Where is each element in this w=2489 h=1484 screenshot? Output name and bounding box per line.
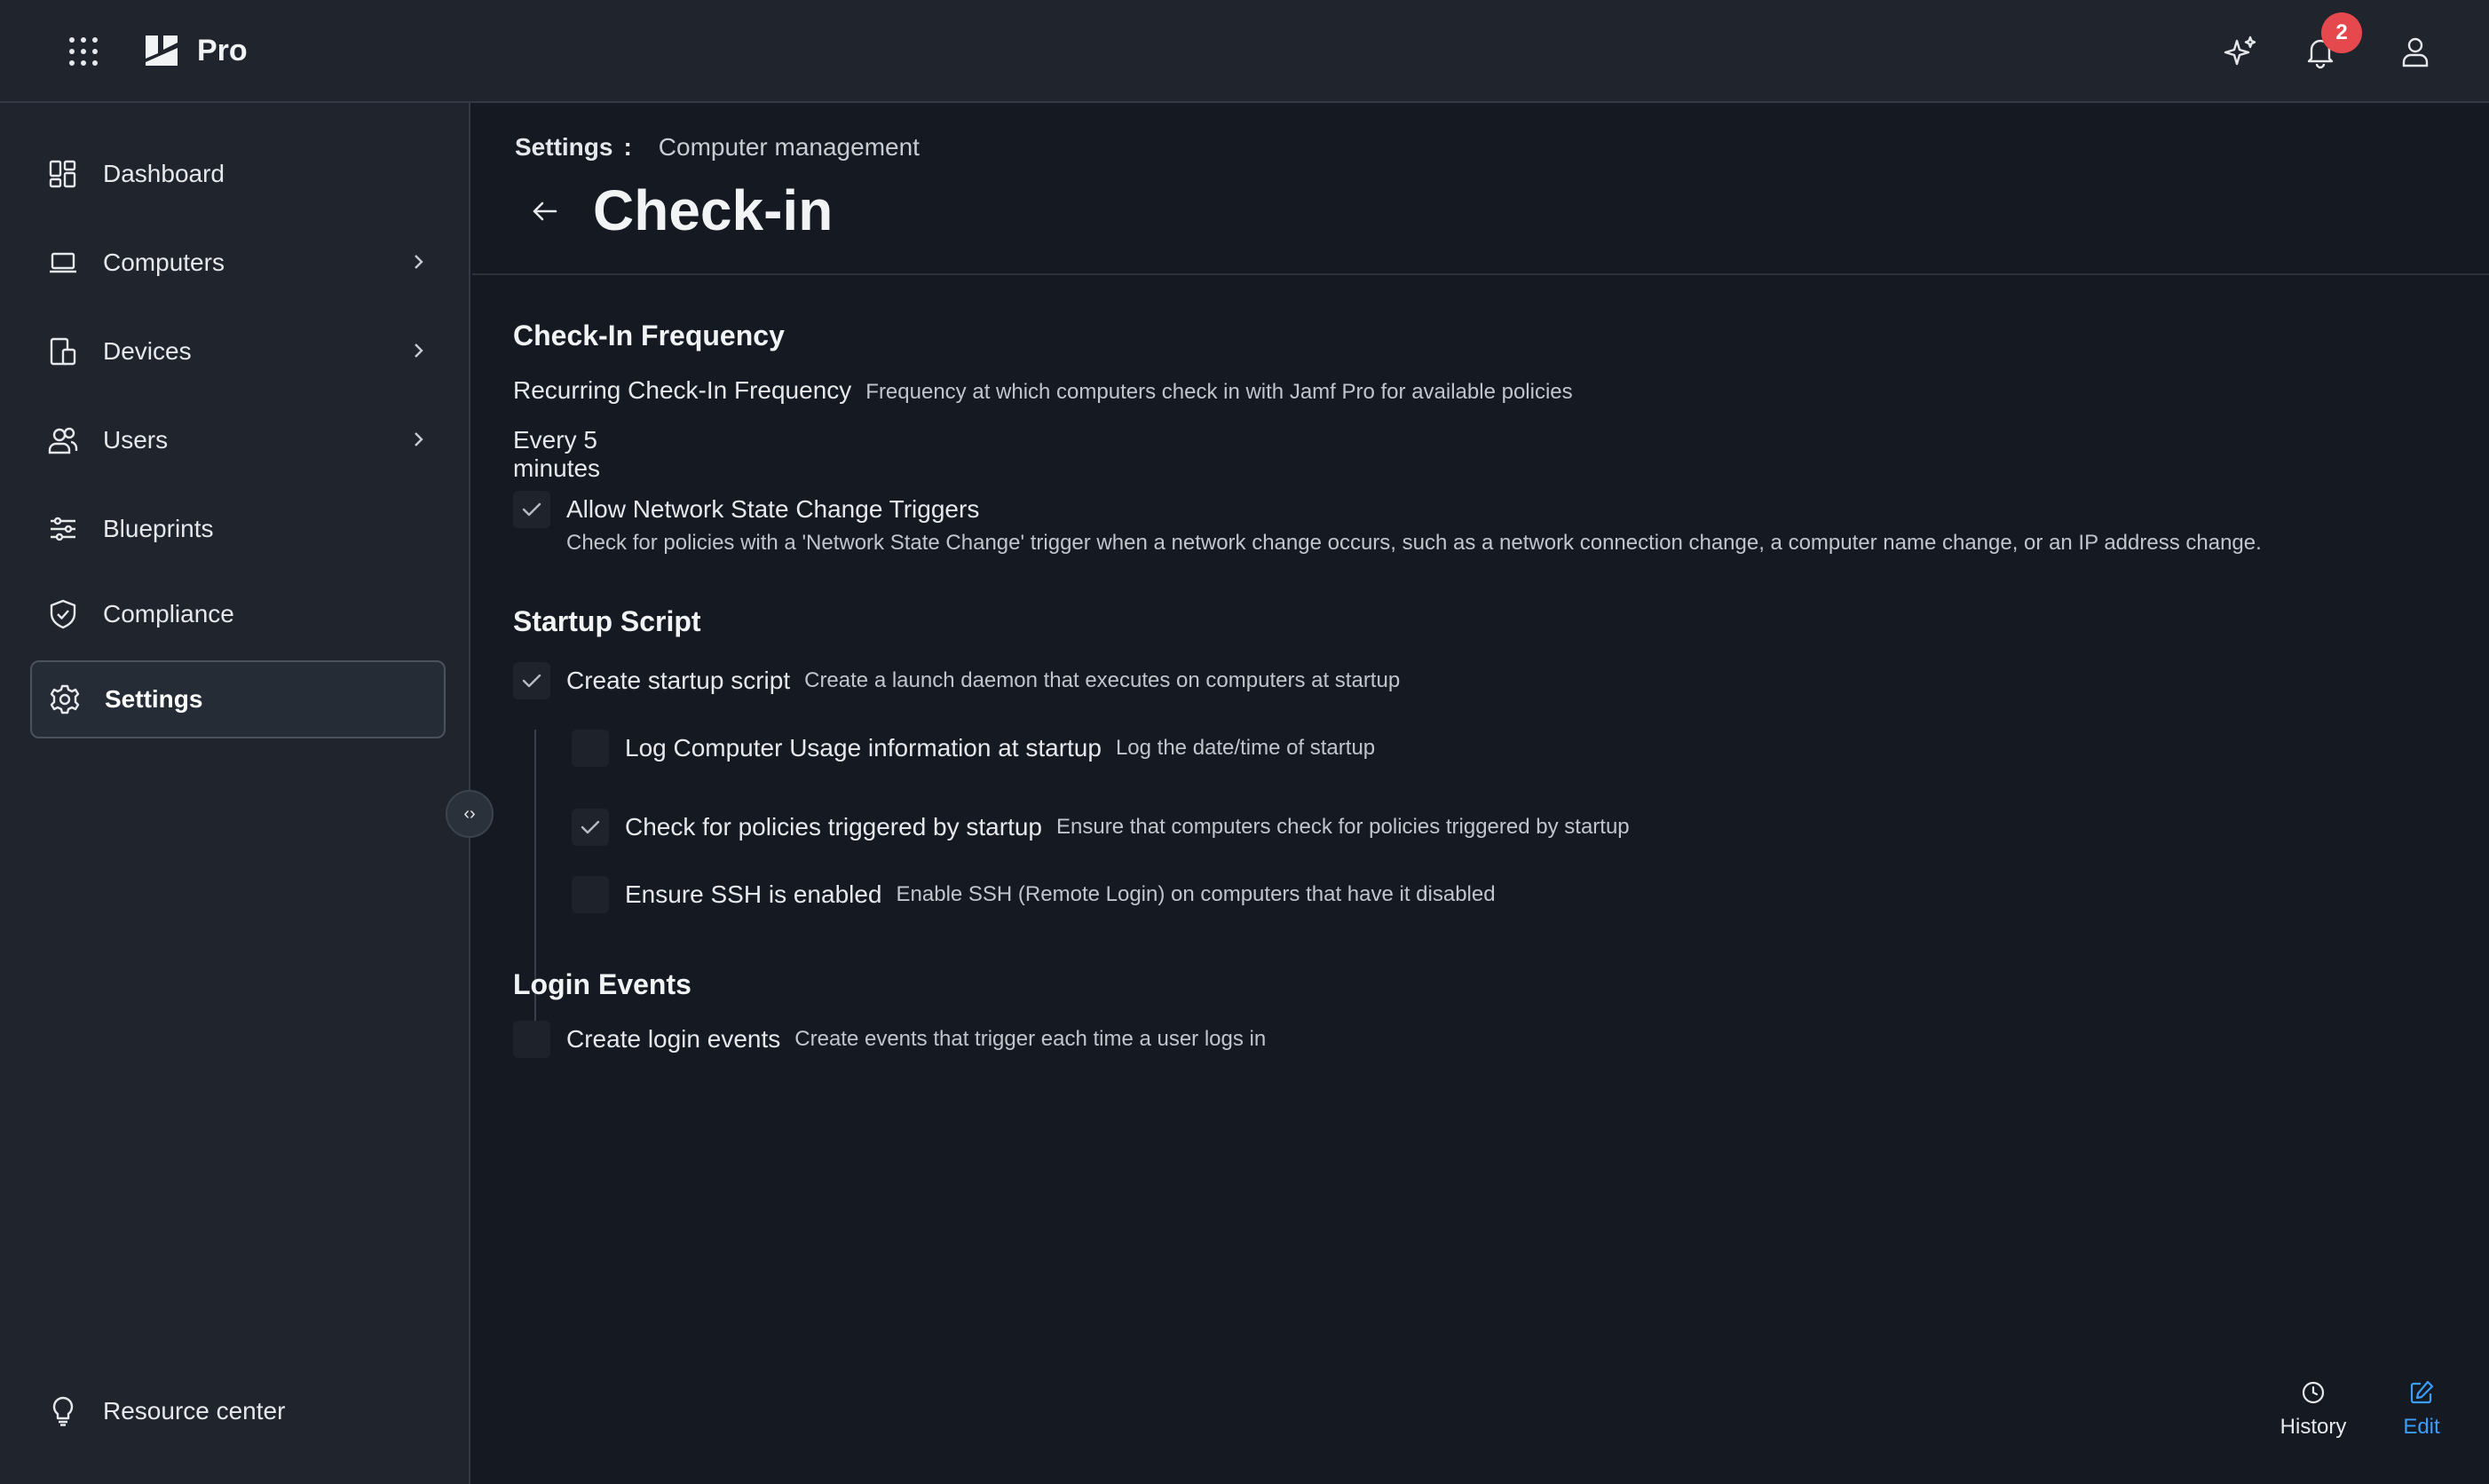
- login-events-checkbox[interactable]: [513, 1021, 550, 1058]
- breadcrumb-current[interactable]: Computer management: [659, 133, 920, 162]
- section-title-login-events: Login Events: [513, 968, 691, 1000]
- history-button[interactable]: History: [2269, 1379, 2358, 1440]
- log-usage-row: Log Computer Usage information at startu…: [572, 730, 1375, 767]
- checkmark-icon: [522, 674, 541, 688]
- ensure-ssh-row: Ensure SSH is enabled Enable SSH (Remote…: [572, 876, 1496, 913]
- network-triggers-checkbox[interactable]: [513, 491, 550, 528]
- sidebar-item-compliance[interactable]: Compliance: [30, 575, 446, 653]
- user-profile-icon[interactable]: [2394, 30, 2437, 73]
- log-usage-description: Log the date/time of startup: [1115, 736, 1376, 760]
- breadcrumb: Settings : Computer management: [515, 133, 920, 162]
- resource-center-link[interactable]: Resource center: [30, 1372, 446, 1450]
- login-events-label: Create login events: [566, 1025, 781, 1053]
- brand[interactable]: Pro: [142, 32, 248, 69]
- chevron-right-icon: [415, 432, 423, 446]
- top-bar: Pro 2: [0, 0, 2489, 103]
- frequency-label: Recurring Check-In Frequency: [513, 376, 852, 404]
- startup-policies-description: Ensure that computers check for policies…: [1056, 815, 1630, 839]
- chevron-right-icon: [415, 343, 423, 358]
- sidebar-item-label: Users: [103, 426, 169, 454]
- ensure-ssh-description: Enable SSH (Remote Login) on computers t…: [896, 882, 1496, 906]
- gear-icon: [48, 683, 82, 716]
- edit-label: Edit: [2403, 1415, 2440, 1439]
- back-arrow-icon[interactable]: [525, 192, 565, 231]
- page-title: Check-in: [593, 178, 834, 242]
- network-triggers-row: Allow Network State Change Triggers: [513, 491, 979, 528]
- log-usage-label: Log Computer Usage information at startu…: [625, 734, 1102, 762]
- lightbulb-icon: [46, 1394, 80, 1428]
- sidebar-item-label: Compliance: [103, 600, 234, 628]
- app-launcher-icon[interactable]: [62, 32, 105, 71]
- brand-name: Pro: [197, 33, 248, 67]
- clock-icon: [2302, 1381, 2325, 1404]
- sidebar-item-label: Settings: [105, 685, 203, 713]
- app-window: Pro 2 Dashboard Computers Devices Users …: [0, 0, 2489, 1484]
- shield-check-icon: [46, 597, 80, 631]
- section-title-checkin-frequency: Check-In Frequency: [513, 320, 785, 351]
- frequency-value: Every 5 minutes: [513, 426, 601, 482]
- sidebar-item-users[interactable]: Users: [30, 401, 446, 479]
- sidebar-item-label: Computers: [103, 249, 225, 276]
- main-content: Settings : Computer management Check-in …: [472, 103, 2489, 1484]
- startup-policies-checkbox[interactable]: [572, 809, 609, 846]
- log-usage-checkbox[interactable]: [572, 730, 609, 767]
- users-icon: [46, 423, 80, 457]
- edit-button[interactable]: Edit: [2386, 1379, 2457, 1440]
- laptop-icon: [46, 246, 80, 280]
- startup-policies-label: Check for policies triggered by startup: [625, 813, 1042, 841]
- ai-sparkle-icon[interactable]: [2219, 30, 2262, 73]
- jamf-logo-icon: [146, 36, 178, 66]
- create-startup-script-row: Create startup script Create a launch da…: [513, 662, 1400, 699]
- login-events-row: Create login events Create events that t…: [513, 1021, 1266, 1058]
- code-brackets-icon: ‹›: [463, 803, 476, 824]
- breadcrumb-root[interactable]: Settings: [515, 133, 612, 162]
- history-label: History: [2280, 1415, 2347, 1439]
- create-startup-script-checkbox[interactable]: [513, 662, 550, 699]
- startup-policies-row: Check for policies triggered by startup …: [572, 809, 1630, 846]
- ensure-ssh-checkbox[interactable]: [572, 876, 609, 913]
- section-title-startup-script: Startup Script: [513, 605, 701, 637]
- sidebar: Dashboard Computers Devices Users Bluepr…: [0, 103, 470, 1484]
- sidebar-item-computers[interactable]: Computers: [30, 224, 446, 302]
- sidebar-item-label: Devices: [103, 337, 192, 365]
- login-events-description: Create events that trigger each time a u…: [794, 1027, 1267, 1051]
- sidebar-item-label: Dashboard: [103, 160, 225, 187]
- frequency-description: Frequency at which computers check in wi…: [865, 380, 1573, 404]
- sidebar-item-label: Blueprints: [103, 515, 214, 542]
- checkmark-icon: [581, 820, 600, 834]
- page-header: Settings : Computer management Check-in: [472, 103, 2489, 275]
- edit-pencil-icon: [2410, 1380, 2434, 1404]
- checkmark-icon: [522, 502, 541, 517]
- frequency-field: Recurring Check-In Frequency Frequency at…: [513, 376, 1573, 405]
- breadcrumb-separator: :: [623, 133, 632, 161]
- sidebar-item-settings[interactable]: Settings: [30, 660, 446, 738]
- network-triggers-label: Allow Network State Change Triggers: [566, 495, 980, 523]
- sidebar-item-blueprints[interactable]: Blueprints: [30, 490, 446, 568]
- sidebar-item-dashboard[interactable]: Dashboard: [30, 135, 446, 213]
- create-startup-script-label: Create startup script: [566, 667, 791, 694]
- sliders-icon: [46, 512, 80, 546]
- chevron-right-icon: [415, 255, 423, 269]
- resource-center-label: Resource center: [103, 1397, 286, 1425]
- create-startup-script-description: Create a launch daemon that executes on …: [804, 668, 1401, 692]
- notification-count-badge: 2: [2321, 12, 2362, 53]
- devices-icon: [46, 335, 80, 368]
- sidebar-item-devices[interactable]: Devices: [30, 312, 446, 391]
- collapse-sidebar-button[interactable]: ‹›: [446, 790, 494, 838]
- network-triggers-description: Check for policies with a 'Network State…: [566, 531, 2262, 555]
- ensure-ssh-label: Ensure SSH is enabled: [625, 880, 882, 908]
- dashboard-icon: [46, 157, 80, 191]
